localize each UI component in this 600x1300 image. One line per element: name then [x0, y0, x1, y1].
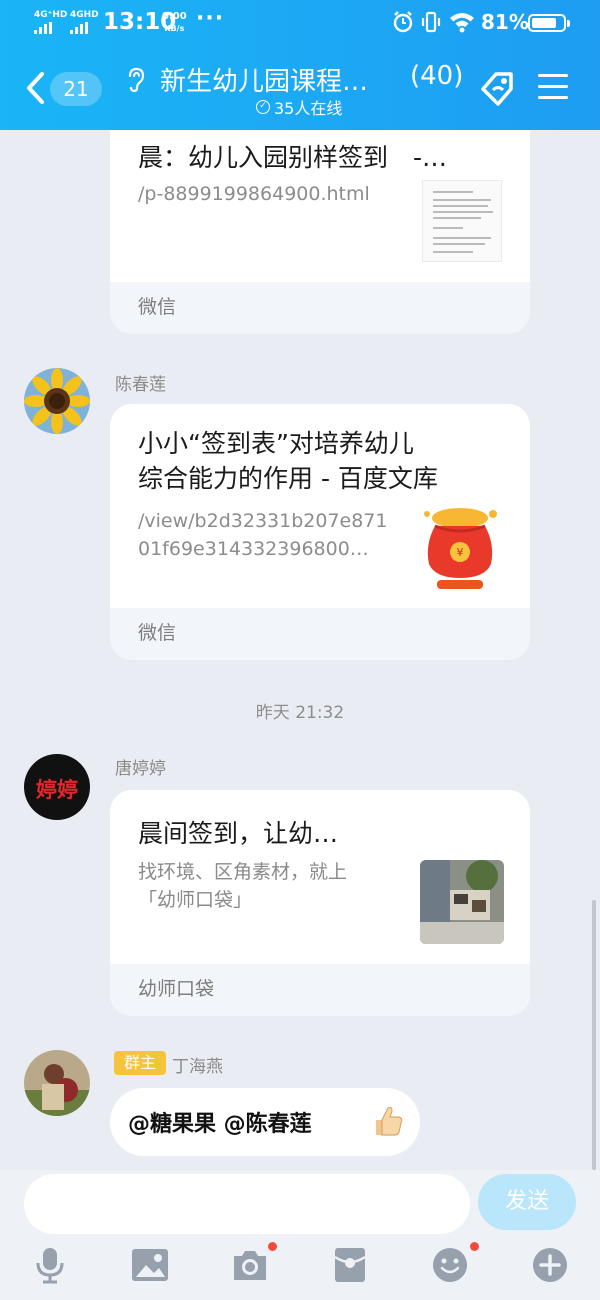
member-count[interactable]: (40)	[410, 61, 463, 91]
speed-unit: KB/s	[164, 24, 185, 33]
microphone-icon[interactable]	[30, 1245, 70, 1285]
message-text: @糖果果 @陈春莲	[128, 1112, 312, 1137]
thumbs-up-emoji-icon	[376, 1106, 403, 1136]
card-title: 晨：幼儿入园别样签到 -…	[138, 143, 448, 172]
earpiece-mode-icon[interactable]	[125, 66, 147, 94]
avatar-text: 婷婷	[36, 778, 78, 802]
online-count: 35人在线	[274, 99, 343, 118]
chat-header: 4G⁺HD 4GHD 13:10 0.00 KB/s ··· 81% 21 新生…	[0, 0, 600, 130]
sim1-label: 4G⁺HD	[34, 10, 68, 20]
alarm-icon	[393, 11, 413, 33]
signal-icon	[34, 22, 67, 34]
more-notifications: ···	[196, 6, 225, 31]
link-card[interactable]: 小小“签到表”对培养幼儿 综合能力的作用 - 百度文库 /view/b2d323…	[110, 404, 530, 660]
signal-icon	[70, 22, 99, 34]
sim2-signal: 4GHD	[70, 10, 99, 34]
camera-icon[interactable]	[230, 1245, 270, 1285]
avatar[interactable]	[24, 368, 90, 434]
card-source: 微信	[110, 282, 530, 334]
unread-count-badge[interactable]: 21	[50, 72, 102, 106]
link-card[interactable]: 晨：幼儿入园别样签到 -… /p-8899199864900.html 微信	[110, 130, 530, 334]
camera-notification-dot	[268, 1242, 277, 1251]
sender-name: 丁海燕	[172, 1057, 223, 1077]
card-desc-line2: 「幼师口袋」	[138, 889, 253, 911]
red-envelope-bag-icon: ¥	[424, 508, 497, 589]
plus-icon[interactable]	[530, 1245, 570, 1285]
card-title-line2: 综合能力的作用 - 百度文库	[138, 464, 438, 493]
chat-messages[interactable]: 晨：幼儿入园别样签到 -… /p-8899199864900.html 微信 陈…	[0, 130, 600, 1170]
online-check-icon: ✓	[256, 100, 270, 114]
time-separator: 昨天 21:32	[255, 703, 345, 723]
card-source: 幼师口袋	[110, 964, 530, 1016]
sim2-label: 4GHD	[70, 10, 99, 20]
send-button[interactable]: 发送	[478, 1174, 576, 1230]
card-title: 晨间签到，让幼…	[138, 819, 339, 848]
network-speed: 0.00 KB/s	[162, 11, 187, 35]
scrollbar[interactable]	[592, 900, 596, 1170]
message-input[interactable]	[24, 1174, 470, 1234]
red-packet-icon[interactable]	[330, 1245, 370, 1285]
document-thumbnail	[422, 180, 502, 262]
avatar[interactable]: 婷婷	[24, 754, 90, 820]
online-status: ✓ 35人在线	[256, 95, 342, 119]
svg-text:¥: ¥	[457, 546, 464, 559]
message-bubble[interactable]: @糖果果 @陈春莲	[110, 1088, 420, 1156]
battery-icon	[528, 14, 570, 32]
card-title-line1: 小小“签到表”对培养幼儿	[138, 429, 414, 458]
sender-name: 陈春莲	[115, 375, 166, 395]
menu-icon[interactable]	[538, 74, 568, 100]
card-url-line2: 01f69e314332396800…	[138, 538, 369, 560]
status-bar: 4G⁺HD 4GHD 13:10 0.00 KB/s ··· 81%	[0, 0, 600, 46]
card-url: /p-8899199864900.html	[138, 183, 370, 205]
tag-sync-icon[interactable]	[477, 68, 519, 110]
emoji-icon[interactable]	[430, 1245, 470, 1285]
link-card[interactable]: 晨间签到，让幼… 找环境、区角素材，就上 「幼师口袋」 幼师口袋	[110, 790, 530, 1016]
image-icon[interactable]	[130, 1245, 170, 1285]
group-owner-badge: 群主	[114, 1051, 166, 1075]
input-bar: 发送	[0, 1170, 600, 1300]
avatar[interactable]	[24, 1050, 90, 1116]
sim1-signal: 4G⁺HD	[34, 10, 67, 34]
group-title[interactable]: 新生幼儿园课程…	[160, 61, 388, 98]
battery-percent: 81%	[481, 10, 529, 34]
card-desc-line1: 找环境、区角素材，就上	[138, 861, 348, 883]
speed-value: 0.00	[162, 11, 187, 22]
vibrate-icon	[421, 11, 441, 33]
sunflower-avatar-icon	[24, 368, 90, 434]
card-url-line1: /view/b2d32331b207e871	[138, 510, 388, 532]
sender-name: 唐婷婷	[115, 759, 166, 779]
photo-avatar-icon	[24, 1050, 90, 1116]
battery-fill	[532, 18, 557, 28]
card-source: 微信	[110, 608, 530, 660]
back-arrow-icon[interactable]	[24, 70, 46, 106]
wifi-icon	[450, 13, 474, 33]
emoji-notification-dot	[470, 1242, 479, 1251]
classroom-photo-thumbnail	[420, 860, 504, 944]
